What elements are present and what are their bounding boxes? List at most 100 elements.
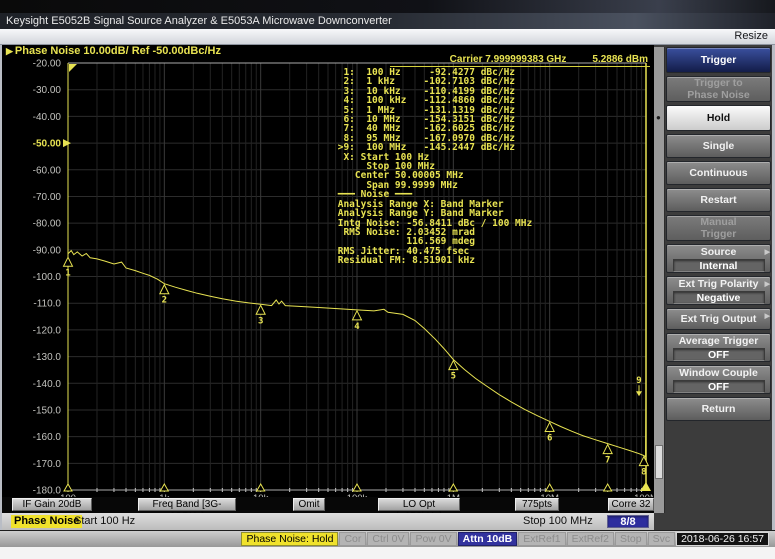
svg-text:-160.0: -160.0 <box>33 432 62 443</box>
button-manual-trigger: Manual Trigger <box>666 215 771 241</box>
active-trace-icon: ▶ <box>2 46 15 56</box>
button-continuous[interactable]: Continuous <box>666 161 771 185</box>
button-label: Restart <box>700 194 736 206</box>
svg-text:-100.0: -100.0 <box>33 272 62 283</box>
svg-text:-70.00: -70.00 <box>33 192 62 203</box>
button-label: Continuous <box>689 167 747 179</box>
svg-text:-40.00: -40.00 <box>33 112 62 123</box>
sidebar-scroll-indicator[interactable] <box>655 445 663 479</box>
button-label: Single <box>703 140 735 152</box>
status-stop: Stop <box>615 532 647 546</box>
datetime-display: 2018-06-26 16:57 <box>676 532 769 546</box>
button-return[interactable]: Return <box>666 397 771 421</box>
resize-bar[interactable]: Resize <box>0 29 775 45</box>
main-area: -20.00 -30.00 -40.00 -50.00 -60.00 -70.00 -80.… <box>0 45 775 530</box>
carrier-frequency: Carrier 7.999999383 GHz <box>450 54 567 65</box>
svg-text:6: 6 <box>547 433 552 443</box>
start-frequency-label: Start 100 Hz <box>74 515 135 528</box>
status-ext-ref2: ExtRef2 <box>567 532 614 546</box>
svg-text:-130.0: -130.0 <box>33 352 62 363</box>
button-label: Source <box>701 246 737 258</box>
button-value: Internal <box>673 259 765 272</box>
svg-text:9: 9 <box>636 376 641 386</box>
svg-text:2: 2 <box>162 296 167 306</box>
svg-text:-110.0: -110.0 <box>33 299 61 310</box>
svg-text:-170.0: -170.0 <box>33 459 62 470</box>
button-freq-band[interactable]: Freq Band [3G-10GHz] <box>138 498 236 511</box>
button-label: Trigger <box>701 228 737 240</box>
screen: Keysight E5052B Signal Source Analyzer &… <box>0 0 775 559</box>
svg-text:-180.0: -180.0 <box>33 486 62 497</box>
svg-text:8: 8 <box>641 468 646 478</box>
svg-text:-30.00: -30.00 <box>33 85 62 96</box>
taskbar-cells: Phase Noise: Hold Cor Ctrl 0V Pow 0V Att… <box>241 532 769 546</box>
sidebar-menu-title-trigger: Trigger <box>666 47 771 73</box>
bottom-softkey-row: IF Gain 20dB Freq Band [3G-10GHz] Omit L… <box>2 497 654 513</box>
button-omit[interactable]: Omit <box>293 498 325 511</box>
status-phase-noise-hold: Phase Noise: Hold <box>241 532 338 546</box>
status-attenuation: Attn 10dB <box>458 532 518 546</box>
button-single[interactable]: Single <box>666 134 771 158</box>
status-ext-ref1: ExtRef1 <box>518 532 565 546</box>
button-ext-trig-output[interactable]: Ext Trig Output ▶ <box>666 308 771 330</box>
marker-readout: 1: 100 Hz -92.4277 dBc/Hz 2: 1 kHz -102.… <box>332 68 532 266</box>
button-if-gain[interactable]: IF Gain 20dB <box>12 498 92 511</box>
phase-noise-plot: -20.00 -30.00 -40.00 -50.00 -60.00 -70.00 -80.… <box>2 45 654 497</box>
svg-text:4: 4 <box>354 322 360 332</box>
plot-canvas[interactable]: -20.00 -30.00 -40.00 -50.00 -60.00 -70.00 -80.… <box>2 45 654 497</box>
svg-text:3: 3 <box>258 316 263 326</box>
window-bottom-edge <box>0 547 775 559</box>
button-source[interactable]: Source Internal ▶ <box>666 244 771 273</box>
carrier-power: 5.2886 dBm <box>592 54 648 65</box>
measurement-statusbar: Phase Noise Start 100 Hz Stop 100 MHz 8/… <box>2 513 654 530</box>
button-value: OFF <box>673 380 765 393</box>
button-hold[interactable]: Hold <box>666 105 771 131</box>
softkey-sidebar: ● Trigger Trigger to Phase Noise Hold Si… <box>654 45 772 530</box>
button-label: Ext Trig Output <box>681 313 757 325</box>
svg-text:7: 7 <box>605 456 610 466</box>
svg-text:-50.00: -50.00 <box>33 139 62 150</box>
svg-text:-120.0: -120.0 <box>33 325 62 336</box>
button-label: Manual <box>700 216 736 228</box>
button-value: OFF <box>673 348 765 361</box>
resize-label: Resize <box>734 30 768 42</box>
submenu-arrow-icon: ▶ <box>765 312 770 320</box>
stop-frequency-label: Stop 100 MHz <box>523 515 593 528</box>
sidebar-gutter[interactable]: ● <box>654 47 665 513</box>
button-label: Phase Noise <box>687 89 749 101</box>
button-average-trigger[interactable]: Average Trigger OFF <box>666 333 771 362</box>
window-frame-top <box>0 0 775 13</box>
hold-selected-bullet-icon: ● <box>656 113 661 122</box>
svg-text:-140.0: -140.0 <box>33 379 62 390</box>
svg-text:-80.00: -80.00 <box>33 219 62 230</box>
menu-title-label: Trigger <box>701 54 737 66</box>
button-window-couple[interactable]: Window Couple OFF <box>666 365 771 394</box>
sidebar-buttons: Trigger Trigger to Phase Noise Hold Sing… <box>666 47 771 424</box>
status-ctrl-voltage: Ctrl 0V <box>367 532 409 546</box>
status-svc: Svc <box>648 532 676 546</box>
svg-text:5: 5 <box>451 372 456 382</box>
button-points[interactable]: 775pts <box>515 498 559 511</box>
window-title: Keysight E5052B Signal Source Analyzer &… <box>6 15 392 27</box>
svg-text:-90.00: -90.00 <box>33 245 62 256</box>
svg-text:-60.00: -60.00 <box>33 165 62 176</box>
button-label: Trigger to <box>694 77 742 89</box>
button-correlation[interactable]: Corre 32 <box>608 498 654 511</box>
button-label: Return <box>702 403 736 415</box>
button-trigger-to-phase-noise: Trigger to Phase Noise <box>666 76 771 102</box>
button-label: Window Couple <box>679 367 758 379</box>
button-label: Ext Trig Polarity <box>679 278 759 290</box>
svg-text:-150.0: -150.0 <box>33 405 62 416</box>
instrument-taskbar: Phase Noise: Hold Cor Ctrl 0V Pow 0V Att… <box>0 530 775 547</box>
svg-text:-20.00: -20.00 <box>33 59 62 70</box>
carrier-readout: Carrier 7.999999383 GHz 5.2886 dBm <box>390 54 650 67</box>
button-lo-opt[interactable]: LO Opt [<150kHz] <box>378 498 460 511</box>
measurement-mode-badge: Phase Noise <box>11 515 82 528</box>
trace-scale-label: Phase Noise 10.00dB/ Ref -50.00dBc/Hz <box>15 45 221 57</box>
titlebar[interactable]: Keysight E5052B Signal Source Analyzer &… <box>0 13 775 29</box>
status-cor: Cor <box>339 532 366 546</box>
button-restart[interactable]: Restart <box>666 188 771 212</box>
button-label: Hold <box>707 112 730 124</box>
button-ext-trig-polarity[interactable]: Ext Trig Polarity Negative ▶ <box>666 276 771 305</box>
submenu-arrow-icon: ▶ <box>765 248 770 256</box>
